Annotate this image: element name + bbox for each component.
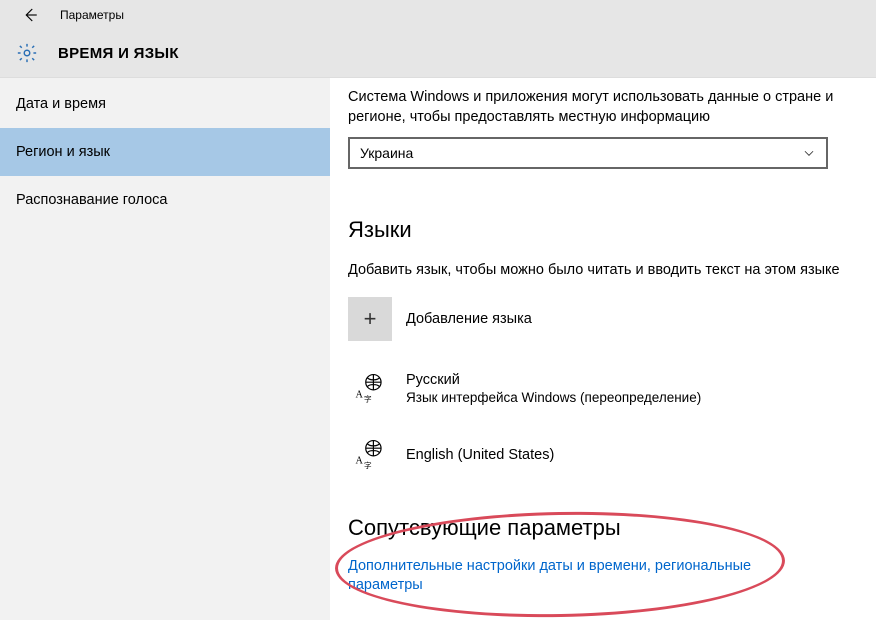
language-subtitle: Язык интерфейса Windows (переопределение… (406, 390, 701, 405)
sidebar-item-date-time[interactable]: Дата и время (0, 80, 330, 128)
sidebar-item-label: Регион и язык (16, 144, 110, 160)
plus-icon: + (348, 297, 392, 341)
add-language-button[interactable]: + Добавление языка (348, 297, 846, 341)
language-item-english[interactable]: A 字 English (United States) (348, 433, 846, 477)
language-name: Русский (406, 372, 701, 388)
region-dropdown[interactable]: Украина (348, 137, 828, 169)
related-heading: Сопутсвующие параметры (348, 515, 846, 541)
gear-icon (14, 40, 40, 66)
content-pane: Система Windows и приложения могут испол… (330, 78, 876, 620)
title-row: Параметры (0, 0, 876, 30)
svg-text:字: 字 (364, 393, 372, 403)
region-dropdown-value: Украина (360, 145, 413, 161)
window-title: Параметры (60, 8, 124, 22)
sidebar: Дата и время Регион и язык Распознавание… (0, 78, 330, 620)
sidebar-item-speech[interactable]: Распознавание голоса (0, 176, 330, 224)
svg-text:字: 字 (364, 459, 372, 469)
languages-heading: Языки (348, 217, 846, 243)
back-button[interactable] (16, 1, 44, 29)
add-language-label: Добавление языка (406, 311, 532, 327)
language-name: English (United States) (406, 447, 554, 463)
region-description: Система Windows и приложения могут испол… (348, 88, 846, 127)
related-settings-link[interactable]: Дополнительные настройки даты и времени,… (348, 557, 808, 596)
header-bar: Параметры ВРЕМЯ И ЯЗЫК (0, 0, 876, 78)
section-row: ВРЕМЯ И ЯЗЫК (0, 30, 876, 77)
language-icon: A 字 (348, 367, 392, 411)
sidebar-item-label: Распознавание голоса (16, 192, 168, 208)
svg-text:A: A (356, 455, 364, 466)
language-icon: A 字 (348, 433, 392, 477)
languages-description: Добавить язык, чтобы можно было читать и… (348, 261, 846, 281)
language-item-russian[interactable]: A 字 Русский Язык интерфейса Windows (пер… (348, 367, 846, 411)
chevron-down-icon (802, 146, 816, 160)
sidebar-item-region-language[interactable]: Регион и язык (0, 128, 330, 176)
back-arrow-icon (21, 6, 39, 24)
language-text: Русский Язык интерфейса Windows (переопр… (406, 372, 701, 405)
section-title: ВРЕМЯ И ЯЗЫК (58, 45, 179, 62)
language-text: English (United States) (406, 447, 554, 463)
body-area: Дата и время Регион и язык Распознавание… (0, 78, 876, 620)
sidebar-item-label: Дата и время (16, 96, 106, 112)
svg-text:A: A (356, 389, 364, 400)
